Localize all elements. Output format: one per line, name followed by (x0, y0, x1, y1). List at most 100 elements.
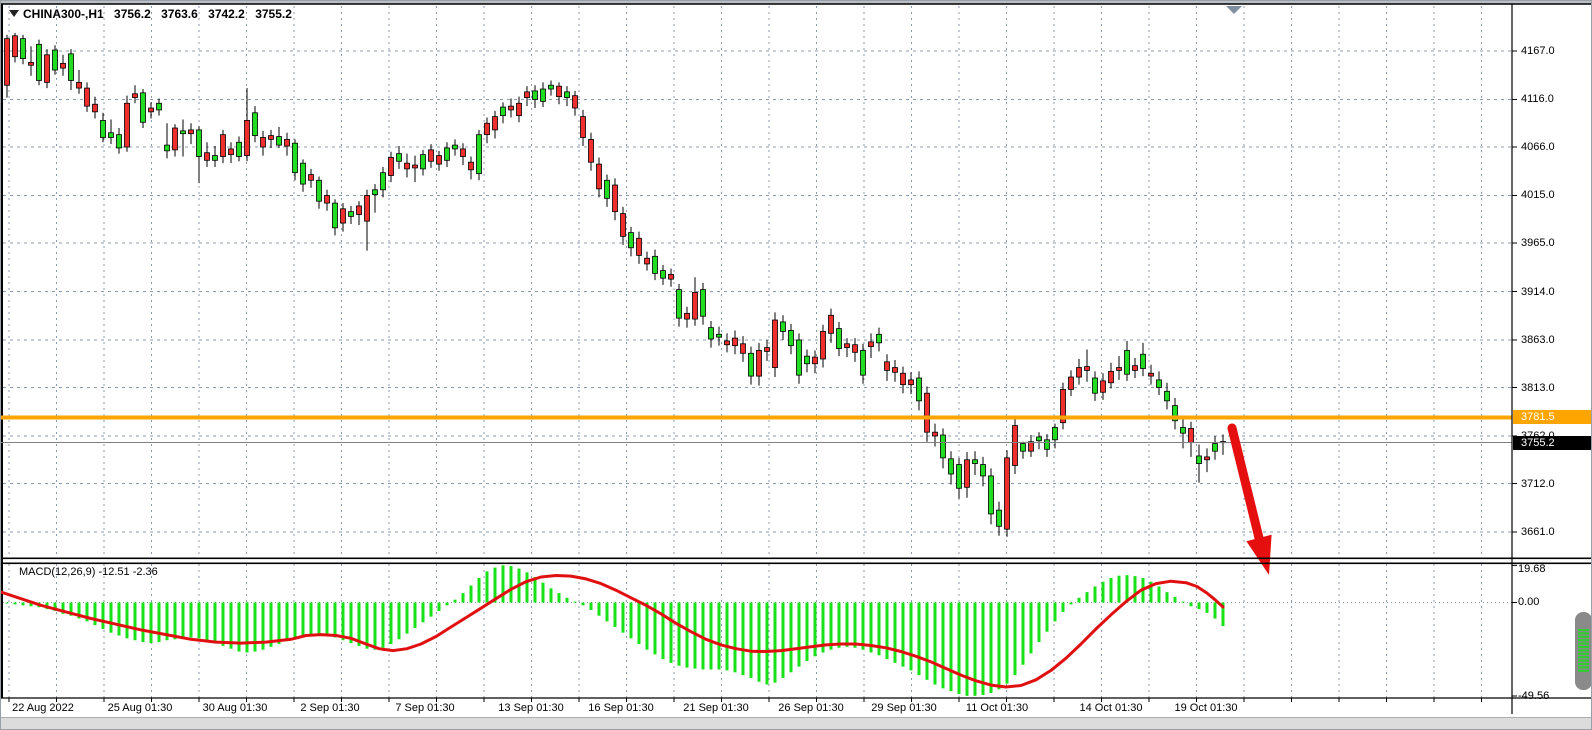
candle-bullish (333, 203, 338, 228)
macd-histogram-bar (158, 603, 161, 643)
macd-histogram-bar (478, 578, 481, 603)
candle-bullish (677, 290, 682, 319)
candle-bearish (509, 106, 514, 110)
candle-bearish (285, 139, 290, 146)
candle-bearish (413, 165, 418, 168)
time-axis-label: 11 Oct 01:30 (966, 702, 1028, 714)
candle-bullish (1157, 380, 1162, 388)
candle-bearish (645, 258, 650, 264)
macd-histogram-bar (454, 600, 457, 603)
macd-histogram-bar (1134, 576, 1137, 602)
macd-histogram-bar (1094, 586, 1097, 602)
candle-bullish (1037, 437, 1042, 441)
candle-bearish (245, 120, 250, 155)
candle-bearish (269, 136, 274, 140)
scroll-capsule-stripe (1578, 670, 1589, 672)
candle-bullish (1181, 427, 1186, 433)
candle-bearish (45, 55, 50, 83)
candle-bearish (853, 345, 858, 353)
candle-bullish (941, 435, 946, 458)
panel-separator-bottom[interactable] (1, 563, 1592, 565)
candle-bearish (1077, 368, 1082, 378)
macd-histogram-bar (1110, 578, 1113, 603)
candle-bearish (733, 338, 738, 346)
macd-histogram-bar (1158, 586, 1161, 602)
chart-shift-marker-icon[interactable] (1226, 6, 1242, 14)
symbol-dropdown-icon[interactable] (9, 10, 19, 17)
candle-bearish (149, 108, 154, 112)
macd-histogram-bar (1078, 598, 1081, 603)
candle-bullish (117, 135, 122, 148)
macd-histogram-bar (678, 603, 681, 666)
candle-bullish (981, 465, 986, 476)
macd-histogram-bar (646, 603, 649, 650)
macd-histogram-bar (1054, 603, 1057, 622)
candle-bullish (1197, 456, 1202, 464)
candle-bearish (525, 92, 530, 98)
macd-histogram-bar (294, 603, 297, 639)
candle-bullish (501, 107, 506, 116)
macd-histogram-bar (550, 588, 553, 602)
candle-bearish (1205, 457, 1210, 460)
candle-bearish (1117, 368, 1122, 371)
macd-histogram-bar (446, 603, 449, 606)
macd-histogram-bar (750, 603, 753, 678)
candle-bullish (253, 113, 258, 136)
scroll-capsule-stripe (1578, 663, 1589, 665)
arrow-head-icon[interactable] (1246, 535, 1271, 575)
candle-bearish (597, 164, 602, 189)
macd-histogram-bar (190, 603, 193, 638)
candle-bearish (821, 331, 826, 359)
macd-scale-bottom: -49.56 (1518, 690, 1549, 702)
time-axis-label: 30 Aug 01:30 (203, 702, 268, 714)
macd-histogram-bar (582, 603, 585, 606)
macd-histogram-bar (1182, 602, 1185, 603)
macd-histogram-bar (398, 603, 401, 640)
macd-histogram-bar (774, 603, 777, 683)
macd-histogram-bar (598, 603, 601, 616)
scroll-capsule-stripe (1578, 632, 1589, 634)
candle-bearish (901, 373, 906, 384)
time-axis-label: 19 Oct 01:30 (1175, 702, 1238, 714)
scroll-capsule-stripe (1578, 639, 1589, 641)
candle-bearish (365, 195, 370, 221)
candle-bearish (773, 320, 778, 368)
panel-separator-top[interactable] (1, 558, 1592, 560)
macd-histogram-bar (1190, 603, 1193, 607)
macd-histogram-bar (1062, 603, 1065, 612)
window-top-edge (1, 1, 1592, 4)
macd-histogram-bar (862, 603, 865, 650)
candle-bearish (869, 342, 874, 347)
candle-bearish (693, 292, 698, 319)
candle-bearish (589, 139, 594, 162)
symbol-timeframe: CHINA300-,H1 (23, 7, 104, 21)
candle-bullish (541, 89, 546, 101)
arrow-shaft[interactable] (1232, 428, 1259, 538)
macd-histogram-bar (1174, 597, 1177, 603)
candle-bearish (1149, 373, 1154, 376)
macd-histogram-bar (326, 603, 329, 636)
candle-bullish (53, 50, 58, 70)
macd-histogram-bar (686, 603, 689, 668)
macd-histogram-bar (966, 603, 969, 696)
macd-histogram-bar (798, 603, 801, 667)
macd-histogram-bar (790, 603, 793, 673)
macd-histogram-bar (926, 603, 929, 680)
macd-histogram-bar (630, 603, 633, 639)
macd-histogram-bar (1022, 603, 1025, 665)
candle-bearish (893, 368, 898, 373)
chart-canvas[interactable] (1, 1, 1592, 730)
macd-histogram-bar (470, 586, 473, 603)
time-axis-label: 22 Aug 2022 (12, 702, 74, 714)
candle-bullish (1053, 427, 1058, 439)
candle-bearish (437, 156, 442, 165)
candle-bullish (861, 350, 866, 375)
candle-bullish (301, 163, 306, 184)
candle-bullish (837, 329, 842, 349)
price-axis-label: 3661.0 (1521, 526, 1555, 538)
ohlc-open: 3756.2 (114, 7, 151, 21)
macd-histogram-bar (14, 603, 17, 605)
candle-bullish (629, 233, 634, 248)
macd-histogram-bar (814, 603, 817, 657)
macd-histogram-bar (134, 603, 137, 641)
